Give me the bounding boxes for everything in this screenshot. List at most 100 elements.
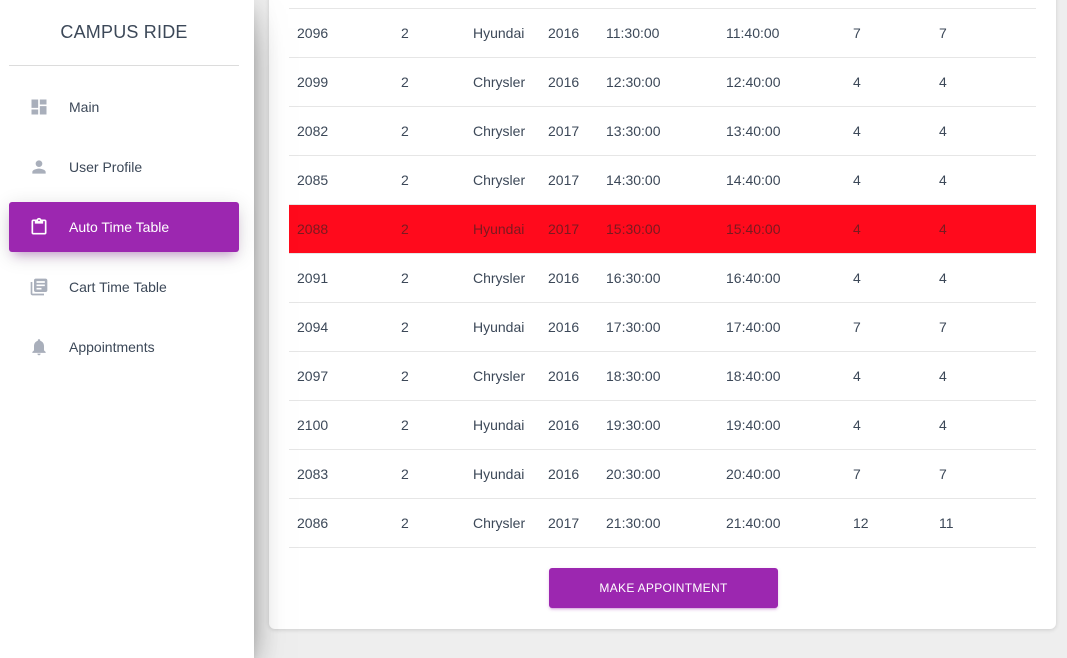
table-cell: 2017	[548, 515, 580, 531]
auto-timetable: 2096 2 Hyundai 2016 11:30:00 11:40:00 7 7 2099 2 C…	[289, 8, 1036, 548]
table-cell: 7	[853, 319, 861, 335]
table-cell: 2016	[548, 368, 580, 384]
table-cell: 7	[939, 466, 947, 482]
table-cell: Chrysler	[473, 74, 526, 90]
table-row[interactable]: 2099 2 Chrysler 2016 12:30:00 12:40:00 4 4	[289, 58, 1036, 107]
library-books-icon	[29, 276, 49, 298]
table-cell: Chrysler	[473, 270, 526, 286]
table-row[interactable]: 2097 2 Chrysler 2016 18:30:00 18:40:00 4 4	[289, 352, 1036, 401]
table-cell: 7	[853, 466, 861, 482]
table-cell: 2016	[548, 417, 580, 433]
table-cell: 4	[939, 74, 947, 90]
table-cell: Chrysler	[473, 515, 526, 531]
table-cell: 11:40:00	[726, 25, 780, 41]
table-row[interactable]: 2091 2 Chrysler 2016 16:30:00 16:40:00 4 4	[289, 254, 1036, 303]
table-cell: 2	[401, 123, 409, 139]
table-cell: 2017	[548, 221, 580, 237]
table-cell: Hyundai	[473, 417, 525, 433]
table-cell: Hyundai	[473, 25, 525, 41]
table-cell: Chrysler	[473, 123, 526, 139]
table-cell: 4	[853, 123, 861, 139]
sidebar-item-label: Auto Time Table	[69, 219, 170, 235]
table-cell: 2100	[297, 417, 329, 433]
table-cell: 2097	[297, 368, 329, 384]
table-cell: 2	[401, 417, 409, 433]
table-cell: 2	[401, 515, 409, 531]
sidebar-item-main[interactable]: Main	[9, 82, 239, 132]
table-row[interactable]: 2100 2 Hyundai 2016 19:30:00 19:40:00 4 4	[289, 401, 1036, 450]
table-cell: 7	[939, 319, 947, 335]
table-cell: 14:30:00	[606, 172, 661, 188]
sidebar-item-label: Appointments	[69, 339, 155, 355]
table-row[interactable]: 2085 2 Chrysler 2017 14:30:00 14:40:00 4 4	[289, 156, 1036, 205]
table-cell: Hyundai	[473, 221, 525, 237]
table-cell: 2	[401, 466, 409, 482]
table-cell: 17:30:00	[606, 319, 661, 335]
table-cell: 2	[401, 172, 409, 188]
table-cell: 2	[401, 319, 409, 335]
table-cell: 2086	[297, 515, 329, 531]
table-cell: Chrysler	[473, 368, 526, 384]
table-cell: 2016	[548, 270, 580, 286]
sidebar-nav: Main User Profile Auto Time Table Cart T…	[0, 82, 254, 372]
table-cell: 2	[401, 25, 409, 41]
table-cell: 13:40:00	[726, 123, 781, 139]
table-cell: Chrysler	[473, 172, 526, 188]
table-cell: 2099	[297, 74, 329, 90]
table-cell: 4	[939, 417, 947, 433]
table-cell: 16:30:00	[606, 270, 661, 286]
table-cell: 4	[853, 172, 861, 188]
table-row[interactable]: 2094 2 Hyundai 2016 17:30:00 17:40:00 7 7	[289, 303, 1036, 352]
table-cell: 2083	[297, 466, 329, 482]
table-cell: 14:40:00	[726, 172, 781, 188]
sidebar-item-auto-time-table[interactable]: Auto Time Table	[9, 202, 239, 252]
table-cell: 12:40:00	[726, 74, 781, 90]
table-cell: 18:30:00	[606, 368, 661, 384]
table-cell: 4	[853, 368, 861, 384]
table-row-highlighted[interactable]: 2088 2 Hyundai 2017 15:30:00 15:40:00 4 4	[289, 204, 1036, 254]
sidebar-item-label: User Profile	[69, 159, 143, 175]
table-cell: 2094	[297, 319, 329, 335]
table-cell: 2016	[548, 466, 580, 482]
bell-icon	[29, 336, 49, 358]
dashboard-icon	[29, 96, 49, 118]
table-row[interactable]: 2083 2 Hyundai 2016 20:30:00 20:40:00 7 7	[289, 450, 1036, 499]
table-cell: 2016	[548, 25, 580, 41]
sidebar-item-cart-time-table[interactable]: Cart Time Table	[9, 262, 239, 312]
table-cell: 2	[401, 74, 409, 90]
table-cell: Hyundai	[473, 319, 525, 335]
table-cell: 15:40:00	[726, 221, 781, 237]
table-cell: 2	[401, 221, 409, 237]
table-cell: 2085	[297, 172, 329, 188]
clipboard-icon	[29, 216, 49, 238]
table-row[interactable]: 2096 2 Hyundai 2016 11:30:00 11:40:00 7 7	[289, 8, 1036, 58]
table-cell: 2088	[297, 221, 329, 237]
sidebar-item-appointments[interactable]: Appointments	[9, 322, 239, 372]
table-row[interactable]: 2082 2 Chrysler 2017 13:30:00 13:40:00 4 4	[289, 107, 1036, 156]
table-cell: 16:40:00	[726, 270, 781, 286]
sidebar-item-label: Main	[69, 99, 100, 115]
table-cell: 11:30:00	[606, 25, 660, 41]
table-cell: 2017	[548, 172, 580, 188]
table-cell: 4	[853, 270, 861, 286]
table-cell: 19:30:00	[606, 417, 661, 433]
table-cell: Hyundai	[473, 466, 525, 482]
table-cell: 21:40:00	[726, 515, 781, 531]
table-row[interactable]: 2086 2 Chrysler 2017 21:30:00 21:40:00 12 11	[289, 499, 1036, 548]
table-cell: 2082	[297, 123, 329, 139]
table-cell: 2017	[548, 123, 580, 139]
brand-title[interactable]: CAMPUS RIDE	[9, 0, 239, 66]
timetable-body: 2096 2 Hyundai 2016 11:30:00 11:40:00 7 7 2099 2 C…	[289, 8, 1036, 548]
table-cell: 2016	[548, 74, 580, 90]
table-cell: 4	[853, 221, 861, 237]
table-cell: 4	[853, 74, 861, 90]
table-cell: 17:40:00	[726, 319, 781, 335]
table-cell: 2096	[297, 25, 329, 41]
table-cell: 4	[939, 270, 947, 286]
make-appointment-button[interactable]: MAKE APPOINTMENT	[549, 568, 778, 608]
timetable-table-wrapper: 2096 2 Hyundai 2016 11:30:00 11:40:00 7 7 2099 2 C…	[289, 8, 1036, 548]
sidebar-item-user-profile[interactable]: User Profile	[9, 142, 239, 192]
table-cell: 4	[939, 221, 947, 237]
table-cell: 11	[939, 515, 954, 531]
table-cell: 2	[401, 368, 409, 384]
